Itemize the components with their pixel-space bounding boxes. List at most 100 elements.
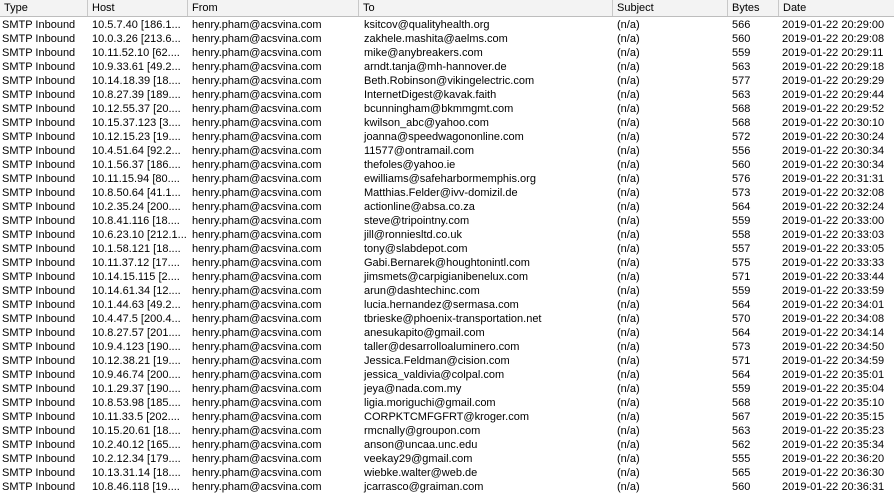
table-row[interactable]: SMTP Inbound 10.14.61.34 [12.... henry.pha… [0,284,894,298]
cell-date: 2019-01-22 20:36:20 [782,453,885,465]
cell-date: 2019-01-22 20:33:44 [782,271,885,283]
cell-to: Gabi.Bernarek@houghtonintl.com [364,257,530,269]
table-row[interactable]: SMTP Inbound 10.0.3.26 [213.6... henry.pha… [0,32,894,46]
cell-bytes: 559 [732,285,751,297]
cell-subject: (n/a) [617,467,640,479]
cell-subject: (n/a) [617,257,640,269]
table-row[interactable]: SMTP Inbound 10.12.38.21 [19.... henry.pha… [0,354,894,368]
cell-to: arndt.tanja@mh-hannover.de [364,61,507,73]
cell-subject: (n/a) [617,117,640,129]
cell-host: 10.9.46.74 [200.... [92,369,181,381]
table-row[interactable]: SMTP Inbound 10.15.37.123 [3.... henry.pha… [0,116,894,130]
table-row[interactable]: SMTP Inbound 10.14.15.115 [2.... henry.pha… [0,270,894,284]
cell-date: 2019-01-22 20:34:14 [782,327,885,339]
cell-to: jcarrasco@graiman.com [364,481,484,493]
table-row[interactable]: SMTP Inbound 10.8.27.39 [189.... henry.pha… [0,88,894,102]
cell-host: 10.12.38.21 [19.... [92,355,181,367]
cell-to: jessica_valdivia@colpal.com [364,369,505,381]
cell-subject: (n/a) [617,47,640,59]
cell-bytes: 563 [732,89,751,101]
table-row[interactable]: SMTP Inbound 10.8.50.64 [41.1... henry.pha… [0,186,894,200]
table-row[interactable]: SMTP Inbound 10.6.23.10 [212.1... henry.ph… [0,228,894,242]
cell-subject: (n/a) [617,19,640,31]
table-row[interactable]: SMTP Inbound 10.1.56.37 [186.... henry.pha… [0,158,894,172]
table-row[interactable]: SMTP Inbound 10.9.4.123 [190.... henry.pha… [0,340,894,354]
cell-to: ewilliams@safeharbormemphis.org [364,173,536,185]
table-row[interactable]: SMTP Inbound 10.8.41.116 [18.... henry.pha… [0,214,894,228]
cell-type: SMTP Inbound [2,145,76,157]
table-row[interactable]: SMTP Inbound 10.8.27.57 [201.... henry.pha… [0,326,894,340]
cell-from: henry.pham@acsvina.com [192,355,322,367]
table-row[interactable]: SMTP Inbound 10.8.46.118 [19.... henry.pha… [0,480,894,494]
cell-type: SMTP Inbound [2,103,76,115]
cell-from: henry.pham@acsvina.com [192,285,322,297]
cell-type: SMTP Inbound [2,271,76,283]
cell-subject: (n/a) [617,453,640,465]
table-row[interactable]: SMTP Inbound 10.5.7.40 [186.1... henry.pha… [0,18,894,32]
cell-date: 2019-01-22 20:31:31 [782,173,885,185]
cell-subject: (n/a) [617,313,640,325]
table-row[interactable]: SMTP Inbound 10.15.20.61 [18.... henry.pha… [0,424,894,438]
table-row[interactable]: SMTP Inbound 10.9.46.74 [200.... henry.pha… [0,368,894,382]
column-header-type[interactable]: Type [0,0,88,16]
table-row[interactable]: SMTP Inbound 10.14.18.39 [18.... henry.pha… [0,74,894,88]
cell-type: SMTP Inbound [2,285,76,297]
cell-from: henry.pham@acsvina.com [192,145,322,157]
column-header-subject[interactable]: Subject [613,0,728,16]
table-row[interactable]: SMTP Inbound 10.11.37.12 [17.... henry.pha… [0,256,894,270]
table-row[interactable]: SMTP Inbound 10.2.40.12 [165.... henry.pha… [0,438,894,452]
table-row[interactable]: SMTP Inbound 10.11.33.5 [202.... henry.pha… [0,410,894,424]
cell-date: 2019-01-22 20:34:08 [782,313,885,325]
cell-host: 10.14.15.115 [2.... [92,271,180,283]
cell-date: 2019-01-22 20:36:30 [782,467,885,479]
cell-from: henry.pham@acsvina.com [192,89,322,101]
cell-from: henry.pham@acsvina.com [192,19,322,31]
table-row[interactable]: SMTP Inbound 10.1.29.37 [190.... henry.pha… [0,382,894,396]
cell-type: SMTP Inbound [2,215,76,227]
cell-from: henry.pham@acsvina.com [192,201,322,213]
cell-to: zakhele.mashita@aelms.com [364,33,508,45]
message-list-view[interactable]: Type Host From To Subject Bytes Date SMT… [0,0,894,498]
cell-type: SMTP Inbound [2,117,76,129]
cell-subject: (n/a) [617,103,640,115]
table-row[interactable]: SMTP Inbound 10.11.15.94 [80.... henry.pha… [0,172,894,186]
cell-bytes: 563 [732,425,751,437]
column-header-from[interactable]: From [188,0,359,16]
cell-from: henry.pham@acsvina.com [192,481,322,493]
table-row[interactable]: SMTP Inbound 10.2.12.34 [179.... henry.pha… [0,452,894,466]
cell-to: jeya@nada.com.my [364,383,462,395]
cell-date: 2019-01-22 20:33:59 [782,285,885,297]
cell-subject: (n/a) [617,215,640,227]
column-header-bytes[interactable]: Bytes [728,0,779,16]
cell-to: CORPKTCMFGFRT@kroger.com [364,411,529,423]
cell-from: henry.pham@acsvina.com [192,229,322,241]
cell-host: 10.1.29.37 [190.... [92,383,181,395]
column-header-to[interactable]: To [359,0,613,16]
table-row[interactable]: SMTP Inbound 10.8.53.98 [185.... henry.pha… [0,396,894,410]
table-row[interactable]: SMTP Inbound 10.12.55.37 [20.... henry.pha… [0,102,894,116]
cell-to: veekay29@gmail.com [364,453,473,465]
table-row[interactable]: SMTP Inbound 10.1.58.121 [18.... henry.pha… [0,242,894,256]
cell-bytes: 555 [732,453,751,465]
column-header-host[interactable]: Host [88,0,188,16]
cell-host: 10.2.40.12 [165.... [92,439,181,451]
cell-to: steve@tripointny.com [364,215,470,227]
cell-host: 10.8.53.98 [185.... [92,397,181,409]
cell-bytes: 560 [732,33,751,45]
table-row[interactable]: SMTP Inbound 10.1.44.63 [49.2... henry.pha… [0,298,894,312]
table-row[interactable]: SMTP Inbound 10.9.33.61 [49.2... henry.pha… [0,60,894,74]
table-row[interactable]: SMTP Inbound 10.11.52.10 [62.... henry.pha… [0,46,894,60]
cell-from: henry.pham@acsvina.com [192,369,322,381]
cell-host: 10.1.56.37 [186.... [92,159,181,171]
column-header-date[interactable]: Date [779,0,894,16]
table-row[interactable]: SMTP Inbound 10.2.35.24 [200.... henry.pha… [0,200,894,214]
table-row[interactable]: SMTP Inbound 10.4.51.64 [92.2... henry.pha… [0,144,894,158]
cell-from: henry.pham@acsvina.com [192,425,322,437]
cell-host: 10.6.23.10 [212.1... [92,229,186,241]
table-row[interactable]: SMTP Inbound 10.4.47.5 [200.4... henry.pha… [0,312,894,326]
table-row[interactable]: SMTP Inbound 10.13.31.14 [18.... henry.pha… [0,466,894,480]
table-row[interactable]: SMTP Inbound 10.12.15.23 [19.... henry.pha… [0,130,894,144]
cell-host: 10.1.44.63 [49.2... [92,299,181,311]
cell-host: 10.5.7.40 [186.1... [92,19,181,31]
cell-date: 2019-01-22 20:34:59 [782,355,885,367]
